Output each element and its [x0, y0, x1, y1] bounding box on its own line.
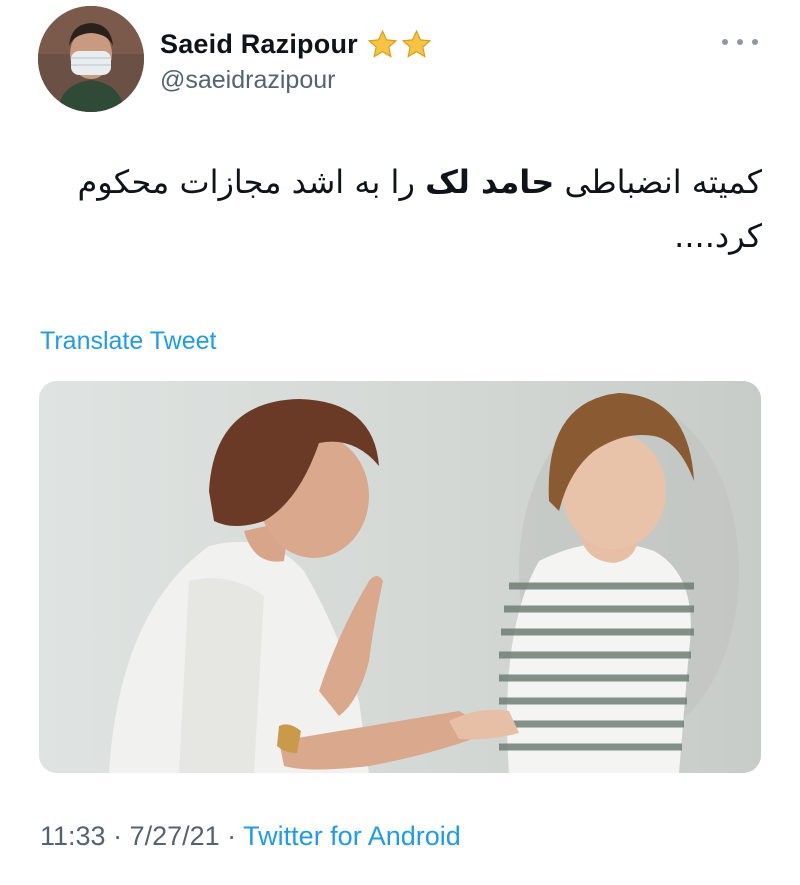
- tweet-media-photo[interactable]: [39, 381, 761, 773]
- meta-separator: ·: [105, 821, 130, 851]
- photo-image: [39, 381, 761, 773]
- tweet-meta: 11:33 · 7/27/21 · Twitter for Android: [40, 821, 461, 852]
- avatar-image: [38, 6, 144, 112]
- meta-separator: ·: [219, 821, 244, 851]
- display-name-row: Saeid Razipour: [160, 26, 433, 62]
- star-emoji-icon: [367, 29, 398, 58]
- translate-tweet-link[interactable]: Translate Tweet: [40, 327, 216, 356]
- more-dot: [722, 39, 728, 45]
- display-name[interactable]: Saeid Razipour: [160, 29, 358, 60]
- more-horizontal-icon[interactable]: [722, 34, 758, 50]
- user-names: Saeid Razipour @saeidrazipour: [160, 26, 433, 95]
- more-dot: [737, 39, 743, 45]
- tweet-source-link[interactable]: Twitter for Android: [243, 821, 461, 851]
- star-emoji-icon: [401, 29, 432, 58]
- user-handle[interactable]: @saeidrazipour: [160, 66, 433, 95]
- tweet-text: کمیته انضباطی حامد لک را به اشد مجازات م…: [42, 155, 762, 263]
- avatar[interactable]: [38, 6, 144, 112]
- tweet-text-bold: حامد لک: [425, 163, 555, 201]
- tweet-header: Saeid Razipour @saeidrazipour: [38, 6, 768, 116]
- tweet-date[interactable]: 7/27/21: [130, 821, 220, 851]
- more-dot: [752, 39, 758, 45]
- tweet-text-before: کمیته انضباطی: [564, 163, 762, 201]
- tweet-time[interactable]: 11:33: [40, 821, 106, 851]
- name-badges: [366, 28, 433, 61]
